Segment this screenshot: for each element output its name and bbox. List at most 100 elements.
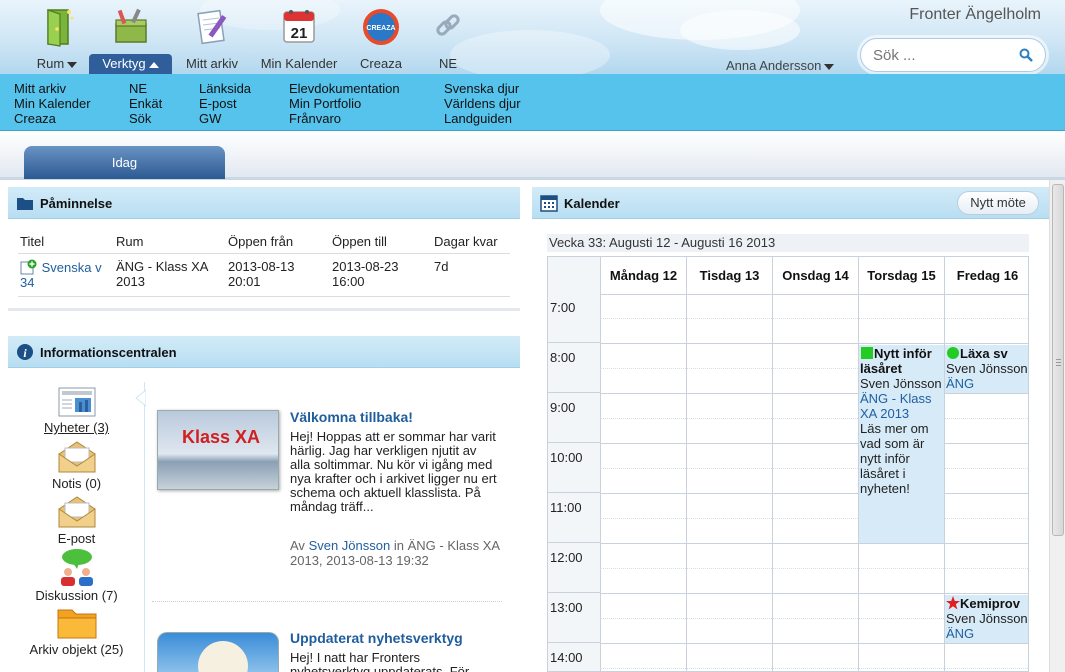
submenu-min-portfolio[interactable]: Min Portfolio — [289, 96, 400, 111]
calendar-day-header[interactable]: Fredag 16 — [944, 257, 1028, 295]
news-meta-1: Av Sven Jönsson in ÄNG - Klass XA 2013, … — [290, 538, 500, 568]
news-author-link[interactable]: Sven Jönsson — [309, 538, 391, 553]
search-input[interactable] — [873, 39, 1013, 71]
news-image[interactable] — [157, 632, 279, 672]
calendar-event-author: Sven Jönsson ÄNG — [946, 611, 1028, 641]
news-excerpt-1: Hej! Hoppas att er sommar har varit härl… — [290, 429, 497, 514]
news-title-1[interactable]: Välkomna tillbaka! — [290, 409, 413, 425]
news-image[interactable]: Klass XA — [157, 410, 279, 490]
calendar-event[interactable]: Nytt inför läsåret Sven Jönsson ÄNG - Kla… — [859, 345, 944, 543]
search-icon[interactable] — [1019, 48, 1033, 62]
submenu-varldens-djur[interactable]: Världens djur — [444, 96, 521, 111]
reminder-open-from: 2013-08-13 20:01 — [226, 253, 330, 297]
calendar-halfhour-line — [600, 518, 1028, 519]
info-panel-title: Informationscentralen — [40, 345, 177, 360]
tab-strip: Idag — [0, 131, 1065, 180]
reminder-title-link[interactable]: Svenska v — [42, 260, 102, 275]
chevron-down-icon — [824, 63, 835, 70]
reminder-room: ÄNG - Klass XA 2013 — [114, 253, 226, 297]
calendar-event-title: Kemiprov — [960, 596, 1020, 611]
calendar-event-room[interactable]: ÄNG — [946, 626, 974, 641]
nav-rum-label: Rum — [36, 56, 65, 71]
calendar-column-divider — [772, 295, 773, 671]
scrollbar-thumb[interactable] — [1052, 184, 1064, 536]
submenu-column: Elevdokumentation Min Portfolio Frånvaro — [289, 81, 400, 126]
page-scrollbar[interactable] — [1049, 180, 1065, 672]
calendar-event-room[interactable]: ÄNG — [946, 376, 974, 391]
calendar-day-header[interactable]: Onsdag 14 — [772, 257, 858, 295]
submenu-enkat[interactable]: Enkät — [129, 96, 162, 111]
submenu-elevdokumentation[interactable]: Elevdokumentation — [289, 81, 400, 96]
reminder-title-link-cont[interactable]: 34 — [20, 275, 34, 290]
category-nyheter-label: Nyheter (3) — [43, 420, 110, 435]
submenu-creaza[interactable]: Creaza — [14, 111, 91, 126]
news-image-shape — [198, 641, 248, 672]
email-icon — [58, 496, 95, 528]
green-circle-icon — [947, 347, 959, 359]
calendar-column-divider — [686, 295, 687, 671]
nav-min-kalender[interactable]: 21 Min Kalender — [254, 0, 344, 74]
nav-verktyg[interactable]: Verktyg — [89, 0, 172, 74]
calendar-event-author: Sven Jönsson ÄNG — [946, 361, 1028, 391]
nav-mitt-arkiv-label: Mitt arkiv — [186, 56, 238, 71]
submenu-mitt-arkiv[interactable]: Mitt arkiv — [14, 81, 91, 96]
submenu-e-post[interactable]: E-post — [199, 96, 251, 111]
calendar-event[interactable]: Kemiprov Sven Jönsson ÄNG — [945, 595, 1028, 643]
nav-rum[interactable]: Rum — [26, 0, 88, 74]
scrollbar-grip — [1056, 359, 1061, 360]
link-icon — [436, 14, 460, 36]
calendar-event-room[interactable]: ÄNG - Klass XA 2013 — [860, 391, 932, 421]
submenu-ne[interactable]: NE — [129, 81, 162, 96]
calendar-halfhour-line — [600, 668, 1028, 669]
calendar-day-header[interactable]: Torsdag 15 — [858, 257, 944, 295]
chevron-down-icon — [67, 61, 78, 68]
calendar-hour-label: 14:00 — [548, 643, 600, 671]
calendar-hour-line — [600, 643, 1028, 644]
submenu-gw[interactable]: GW — [199, 111, 251, 126]
submenu-svenska-djur[interactable]: Svenska djur — [444, 81, 521, 96]
category-arkiv-objekt[interactable]: Arkiv objekt (25) — [8, 606, 145, 657]
user-menu[interactable]: Anna Andersson — [726, 58, 835, 73]
reminder-table: Titel Rum Öppen från Öppen till Dagar kv… — [18, 232, 510, 297]
submenu-min-kalender[interactable]: Min Kalender — [14, 96, 91, 111]
discussion-icon — [60, 549, 93, 586]
calendar-hour-label: 7:00 — [548, 293, 600, 343]
calendar-hour-line — [600, 343, 1028, 344]
calendar-event[interactable]: Läxa sv Sven Jönsson ÄNG — [945, 345, 1028, 393]
category-notis[interactable]: Notis (0) — [8, 440, 145, 491]
green-square-icon — [861, 347, 873, 359]
folder-icon — [17, 198, 33, 210]
reminder-days-left: 7d — [432, 253, 510, 297]
calendar-halfhour-line — [600, 468, 1028, 469]
nav-ne[interactable]: NE — [420, 0, 476, 74]
category-nyheter[interactable]: Nyheter (3) — [8, 386, 145, 435]
column-header-dagar-kvar: Dagar kvar — [432, 232, 510, 254]
newspaper-icon — [58, 387, 95, 417]
nav-ne-label: NE — [438, 56, 458, 71]
reminder-open-to: 2013-08-23 16:00 — [330, 253, 432, 297]
submenu-franvaro[interactable]: Frånvaro — [289, 111, 400, 126]
calendar-corner — [548, 257, 600, 295]
info-panel-header: i Informationscentralen — [8, 336, 520, 368]
organization-name: Fronter Ängelholm — [909, 6, 1041, 23]
category-arkiv-objekt-label: Arkiv objekt (25) — [29, 642, 124, 657]
reminder-title-cell: Svenska v 34 — [18, 253, 114, 297]
new-meeting-button[interactable]: Nytt möte — [957, 191, 1039, 215]
nav-creaza[interactable]: CREAZA Creaza — [352, 0, 410, 74]
calendar-day-header[interactable]: Måndag 12 — [600, 257, 686, 295]
submenu-landguiden[interactable]: Landguiden — [444, 111, 521, 126]
category-e-post[interactable]: E-post — [8, 495, 145, 546]
envelope-icon — [58, 441, 95, 473]
category-diskussion[interactable]: Diskussion (7) — [8, 548, 145, 603]
tab-idag[interactable]: Idag — [24, 146, 225, 179]
toolbox-icon — [114, 8, 147, 43]
info-icon: i — [17, 344, 33, 360]
submenu-lanksida[interactable]: Länksida — [199, 81, 251, 96]
column-header-oppen-till: Öppen till — [330, 232, 432, 254]
calendar-day-header[interactable]: Tisdag 13 — [686, 257, 772, 295]
column-header-rum: Rum — [114, 232, 226, 254]
nav-mitt-arkiv[interactable]: Mitt arkiv — [180, 0, 244, 74]
creaza-logo-icon: CREAZA — [363, 9, 399, 45]
submenu-sok[interactable]: Sök — [129, 111, 162, 126]
news-title-2[interactable]: Uppdaterat nyhetsverktyg — [290, 630, 463, 646]
